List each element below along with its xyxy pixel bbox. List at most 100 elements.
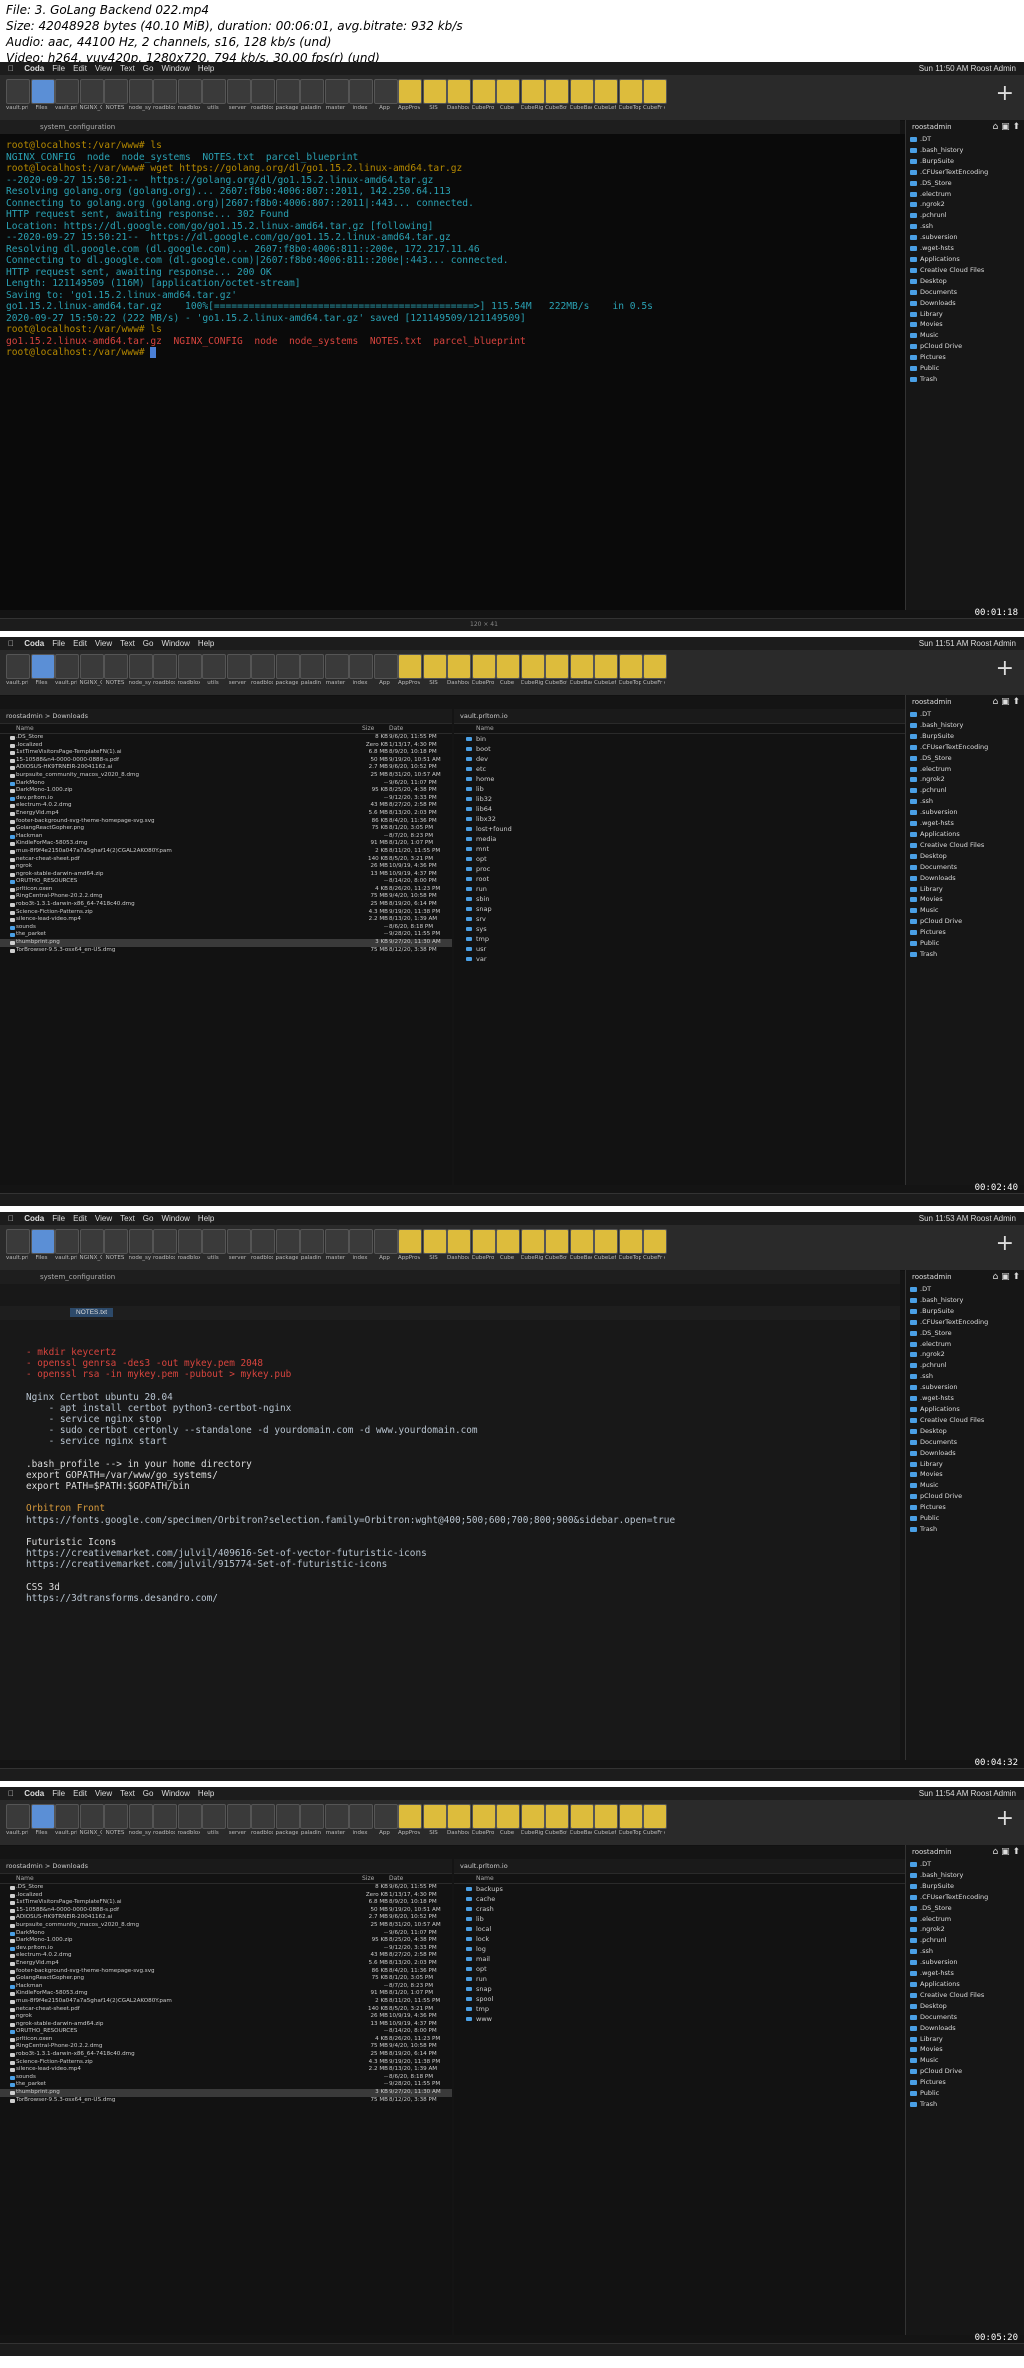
menu-item-edit[interactable]: Edit xyxy=(73,1214,87,1223)
sidebar-item[interactable]: .wget-hsts xyxy=(906,243,1024,254)
terminal[interactable]: root@localhost:/var/www# ls NGINX_CONFIG … xyxy=(0,134,906,610)
toolbar-item[interactable]: CubeLef t xyxy=(594,654,618,690)
menu-item-file[interactable]: File xyxy=(52,1214,65,1223)
add-tab-button[interactable]: + xyxy=(996,1233,1014,1255)
remote-folder-row[interactable]: libx32 xyxy=(454,814,906,824)
menu-item-coda[interactable]: Coda xyxy=(24,64,44,73)
toolbar-item[interactable]: CubeBot tom xyxy=(545,1804,569,1840)
toolbar-item[interactable]: vault.pri lision.io xyxy=(6,654,30,690)
remote-folder-row[interactable]: lib32 xyxy=(454,794,906,804)
toolbar-item[interactable]: AppProv ider xyxy=(398,654,422,690)
remote-folder-row[interactable]: mail xyxy=(454,1954,906,1964)
toolbar-item[interactable]: node_sys tem xyxy=(128,654,153,690)
toolbar-item[interactable]: CubeFr ont xyxy=(643,1804,667,1840)
file-row[interactable]: ngrok-stable-darwin-amd64.zip 13 MB 10/9/1… xyxy=(0,2021,452,2029)
file-row[interactable]: mus-8f9f4e2150a047a7a5ghaf14(2)CGAL2AKO8… xyxy=(0,1998,452,2006)
remote-folder-row[interactable]: www xyxy=(454,2014,906,2024)
sidebar-item[interactable]: Pictures xyxy=(906,2077,1024,2088)
col-size[interactable]: Size xyxy=(362,724,374,733)
toolbar-item[interactable]: Cube xyxy=(496,654,520,690)
remote-folder-row[interactable]: tmp xyxy=(454,2004,906,2014)
toolbar-item[interactable]: App xyxy=(373,79,398,115)
sidebar-item[interactable]: .DT xyxy=(906,1284,1024,1295)
col-size[interactable]: Size xyxy=(362,1874,374,1883)
file-row[interactable]: .localized Zero KB 1/13/17, 4:30 PM xyxy=(0,1892,452,1900)
toolbar-item[interactable]: Cube xyxy=(496,79,520,115)
file-row[interactable]: KindleForMac-58053.dmg 91 MB 8/1/20, 1:07 … xyxy=(0,840,452,848)
menu-item-window[interactable]: Window xyxy=(161,1789,189,1798)
remote-folder-row[interactable]: lost+found xyxy=(454,824,906,834)
sidebar-item[interactable]: Music xyxy=(906,905,1024,916)
sidebar-item[interactable]: .bash_history xyxy=(906,1295,1024,1306)
sidebar-item[interactable]: .electrum xyxy=(906,1914,1024,1925)
remote-folder-row[interactable]: var xyxy=(454,954,906,964)
file-row[interactable]: Hackman -- 8/7/20, 8:23 PM xyxy=(0,1983,452,1991)
sidebar-item[interactable]: .ssh xyxy=(906,221,1024,232)
sidebar-item[interactable]: Documents xyxy=(906,1437,1024,1448)
sidebar-item[interactable]: .ssh xyxy=(906,1946,1024,1957)
toolbar-item[interactable]: Files xyxy=(30,79,55,115)
toolbar-item[interactable]: CubeProv ider xyxy=(471,79,496,115)
remote-folder-row[interactable]: boot xyxy=(454,744,906,754)
toolbar-item[interactable]: CubeBot tom xyxy=(545,79,569,115)
menu-item-help[interactable]: Help xyxy=(198,1789,214,1798)
remote-folder-row[interactable]: mnt xyxy=(454,844,906,854)
sidebar-item[interactable]: .wget-hsts xyxy=(906,1968,1024,1979)
sidebar-item[interactable]: .ssh xyxy=(906,1371,1024,1382)
remote-folder-row[interactable]: lib xyxy=(454,1914,906,1924)
toolbar-item[interactable]: CubeTop xyxy=(618,654,643,690)
file-row[interactable]: silence-lead-video.mp4 2.2 MB 8/13/20, 1:3… xyxy=(0,916,452,924)
menu-item-window[interactable]: Window xyxy=(161,1214,189,1223)
toolbar-item[interactable]: Cube xyxy=(496,1229,520,1265)
toolbar-item[interactable]: utils xyxy=(202,79,226,115)
sidebar-item[interactable]: Public xyxy=(906,938,1024,949)
toolbar-item[interactable]: roadblox ethod.c xyxy=(177,1804,202,1840)
toolbar-item[interactable]: roadblox ethod.c xyxy=(153,654,177,690)
editor-body[interactable]: - mkdir keycertz - openssl genrsa -des3 -… xyxy=(0,1343,900,1604)
toolbar-item[interactable]: SIS xyxy=(422,1804,447,1840)
toolbar-item[interactable]: Files xyxy=(30,1229,55,1265)
toolbar-item[interactable]: Dashboa rd xyxy=(447,1229,471,1265)
sidebar-item[interactable]: .CFUserTextEncoding xyxy=(906,742,1024,753)
file-row[interactable]: footer-background-svg-theme-homepage-svg… xyxy=(0,818,452,826)
file-row[interactable]: .DS_Store 8 KB 9/6/20, 11:55 PM xyxy=(0,1884,452,1892)
sidebar-item[interactable]: .ngrok2 xyxy=(906,774,1024,785)
toolbar-item[interactable]: NOTES xyxy=(104,1804,128,1840)
toolbar-item[interactable]: node_sys tem xyxy=(128,1229,153,1265)
sidebar-item[interactable]: Library xyxy=(906,1459,1024,1470)
sidebar-item[interactable]: .pchrunl xyxy=(906,785,1024,796)
sidebar-item[interactable]: .BurpSuite xyxy=(906,156,1024,167)
toolbar-item[interactable]: server xyxy=(226,654,251,690)
sidebar-item[interactable]: Pictures xyxy=(906,927,1024,938)
file-row[interactable]: EnergyVid.mp4 5.6 MB 8/13/20, 2:03 PM xyxy=(0,810,452,818)
tab-notes[interactable]: NOTES.txt xyxy=(70,1308,114,1318)
remote-folder-row[interactable]: cache xyxy=(454,1894,906,1904)
sidebar-item[interactable]: Documents xyxy=(906,287,1024,298)
file-row[interactable]: TorBrowser-9.5.3-osx64_en-US.dmg 75 MB 8/1… xyxy=(0,2097,452,2105)
file-row[interactable]: RingCentral-Phone-20.2.2.dmg 75 MB 9/4/20,… xyxy=(0,893,452,901)
toolbar-item[interactable]: CubeRig ht xyxy=(520,79,545,115)
menu-item-view[interactable]: View xyxy=(95,64,112,73)
remote-folder-row[interactable]: lock xyxy=(454,1934,906,1944)
file-row[interactable]: ADIOSUS-HK9TRNEIR-20041162.ai 2.7 MB 9/6/2… xyxy=(0,764,452,772)
col-date[interactable]: Date xyxy=(389,1874,403,1883)
toolbar-item[interactable]: vault.pri lision.io xyxy=(6,1229,30,1265)
file-row[interactable]: Science-Fiction-Patterns.zip 4.3 MB 9/19/2… xyxy=(0,2059,452,2067)
remote-folder-row[interactable]: crash xyxy=(454,1904,906,1914)
file-row[interactable]: burpsuite_community_macos_v2020_8.dmg 25 … xyxy=(0,1922,452,1930)
file-row[interactable]: ADIOSUS-HK9TRNEIR-20041162.ai 2.7 MB 9/6/2… xyxy=(0,1914,452,1922)
file-row[interactable]: footer-background-svg-theme-homepage-svg… xyxy=(0,1968,452,1976)
menu-item-file[interactable]: File xyxy=(52,1789,65,1798)
file-row[interactable]: netcar-cheat-sheet.pdf 140 KB 8/5/20, 3:21… xyxy=(0,856,452,864)
toolbar-item[interactable]: Dashboa rd xyxy=(447,79,471,115)
file-row[interactable]: electrum-4.0.2.dmg 43 MB 8/27/20, 2:58 PM xyxy=(0,1952,452,1960)
remote-folder-row[interactable]: lib64 xyxy=(454,804,906,814)
sidebar-item[interactable]: Public xyxy=(906,363,1024,374)
remote-folder-row[interactable]: bin xyxy=(454,734,906,744)
toolbar-item[interactable]: CubeTop xyxy=(618,1804,643,1840)
toolbar-item[interactable]: roadblox ethod.c xyxy=(153,1229,177,1265)
sidebar-item[interactable]: .DS_Store xyxy=(906,178,1024,189)
toolbar-item[interactable]: roadblox ethod.c xyxy=(153,79,177,115)
sidebar-item[interactable]: .electrum xyxy=(906,189,1024,200)
sidebar-item[interactable]: .BurpSuite xyxy=(906,731,1024,742)
